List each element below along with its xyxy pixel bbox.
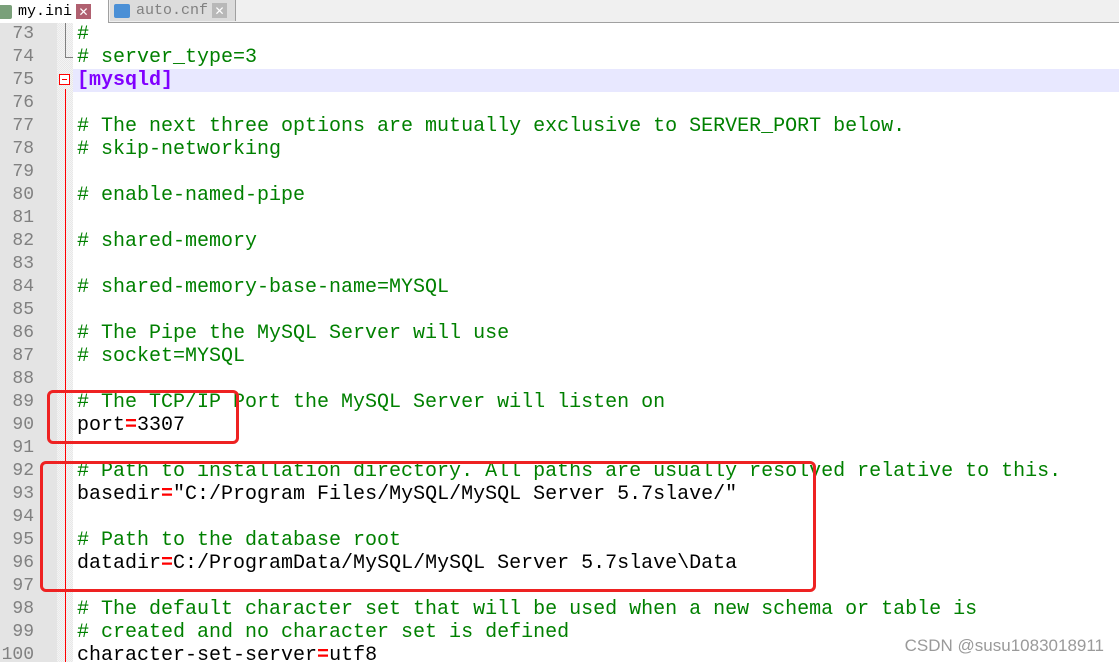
code-line[interactable]: 82 # shared-memory (0, 230, 1119, 253)
config-key: character-set-server (77, 644, 318, 667)
line-number: 93 (12, 484, 34, 504)
code-line[interactable]: 79 (0, 161, 1119, 184)
line-number: 82 (12, 231, 34, 251)
line-number: 98 (12, 599, 34, 619)
line-text: # shared-memory (73, 230, 1119, 253)
line-number: 87 (12, 346, 34, 366)
code-line[interactable]: 74 # server_type=3 (0, 46, 1119, 69)
fold-collapse-icon[interactable] (59, 74, 70, 85)
comment-text: # (77, 23, 90, 46)
comment-text: # server_type=3 (77, 46, 258, 69)
line-text: # enable-named-pipe (73, 184, 1119, 207)
line-number: 80 (12, 185, 34, 205)
code-line[interactable]: 98 # The default character set that will … (0, 598, 1119, 621)
comment-text: # created and no character set is define… (77, 621, 570, 644)
tab-bar: my.ini ✕ auto.cnf ✕ (0, 0, 1119, 23)
line-text: # The Pipe the MySQL Server will use (73, 322, 1119, 345)
line-text: # The default character set that will be… (73, 598, 1119, 621)
line-number: 77 (12, 116, 34, 136)
tab-my-ini[interactable]: my.ini ✕ (0, 0, 109, 23)
config-value: utf8 (329, 644, 378, 667)
line-text: # skip-networking (73, 138, 1119, 161)
line-number: 96 (12, 553, 34, 573)
line-text (73, 161, 1119, 184)
section-header: [mysqld] (77, 69, 174, 92)
code-line[interactable]: 80 # enable-named-pipe (0, 184, 1119, 207)
line-number: 83 (12, 254, 34, 274)
file-saved-icon (0, 4, 12, 19)
close-tab-icon[interactable]: ✕ (76, 4, 92, 19)
code-line[interactable]: 84 # shared-memory-base-name=MYSQL (0, 276, 1119, 299)
line-number: 84 (12, 277, 34, 297)
line-text: [mysqld] (73, 69, 1119, 92)
comment-text: # enable-named-pipe (77, 184, 306, 207)
line-number: 75 (12, 70, 34, 90)
line-text: # socket=MYSQL (73, 345, 1119, 368)
comment-text: # The default character set that will be… (77, 598, 978, 621)
code-line[interactable]: 83 (0, 253, 1119, 276)
comment-text: # The Pipe the MySQL Server will use (77, 322, 510, 345)
equals-operator: = (317, 644, 330, 667)
line-number: 78 (12, 139, 34, 159)
comment-text: # shared-memory-base-name=MYSQL (77, 276, 450, 299)
line-text: # server_type=3 (73, 46, 1119, 69)
line-number: 91 (12, 438, 34, 458)
line-number: 86 (12, 323, 34, 343)
comment-text: # shared-memory (77, 230, 258, 253)
code-line[interactable]: 88 (0, 368, 1119, 391)
line-text (73, 253, 1119, 276)
comment-text: # skip-networking (77, 138, 282, 161)
tab-auto-cnf[interactable]: auto.cnf ✕ (110, 0, 236, 21)
line-number: 89 (12, 392, 34, 412)
line-number: 100 (1, 645, 34, 665)
line-text (73, 207, 1119, 230)
code-line[interactable]: 77 # The next three options are mutually … (0, 115, 1119, 138)
code-line[interactable]: 73 # (0, 23, 1119, 46)
comment-text: # socket=MYSQL (77, 345, 246, 368)
line-text (73, 299, 1119, 322)
line-number: 81 (12, 208, 34, 228)
line-number: 90 (12, 415, 34, 435)
line-text: # The next three options are mutually ex… (73, 115, 1119, 138)
close-tab-icon[interactable]: ✕ (212, 3, 228, 18)
line-number: 74 (12, 47, 34, 67)
line-number: 79 (12, 162, 34, 182)
line-text (73, 368, 1119, 391)
line-text: # shared-memory-base-name=MYSQL (73, 276, 1119, 299)
code-line[interactable]: 85 (0, 299, 1119, 322)
comment-text: # The next three options are mutually ex… (77, 115, 906, 138)
line-number: 73 (12, 24, 34, 44)
watermark: CSDN @susu1083018911 (904, 636, 1104, 655)
file-saved-icon (114, 3, 130, 18)
line-number: 99 (12, 622, 34, 642)
line-number: 92 (12, 461, 34, 481)
code-line[interactable]: 75 [mysqld] (0, 69, 1119, 92)
line-number: 76 (12, 93, 34, 113)
code-line[interactable]: 86 # The Pipe the MySQL Server will use (0, 322, 1119, 345)
line-number: 85 (12, 300, 34, 320)
code-line[interactable]: 81 (0, 207, 1119, 230)
tab-label: my.ini (18, 3, 73, 20)
code-line[interactable]: 87 # socket=MYSQL (0, 345, 1119, 368)
code-line[interactable]: 78 # skip-networking (0, 138, 1119, 161)
line-text: # (73, 23, 1119, 46)
line-text (73, 92, 1119, 115)
highlight-box-port (47, 390, 239, 444)
highlight-box-paths (40, 461, 816, 592)
line-number: 88 (12, 369, 34, 389)
code-line[interactable]: 76 (0, 92, 1119, 115)
line-number: 95 (12, 530, 34, 550)
line-number: 97 (12, 576, 34, 596)
line-number: 94 (12, 507, 34, 527)
tab-label: auto.cnf (136, 2, 209, 19)
